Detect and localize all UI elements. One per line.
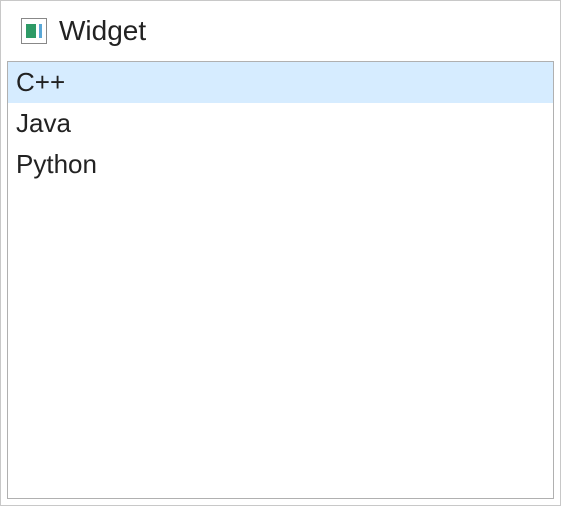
list-item[interactable]: Java bbox=[8, 103, 553, 144]
app-icon bbox=[21, 18, 47, 44]
list-item[interactable]: Python bbox=[8, 144, 553, 185]
window-title: Widget bbox=[59, 15, 146, 47]
titlebar[interactable]: Widget bbox=[1, 1, 560, 61]
list-item[interactable]: C++ bbox=[8, 62, 553, 103]
list-box[interactable]: C++ Java Python bbox=[7, 61, 554, 499]
window-frame: Widget C++ Java Python bbox=[0, 0, 561, 506]
